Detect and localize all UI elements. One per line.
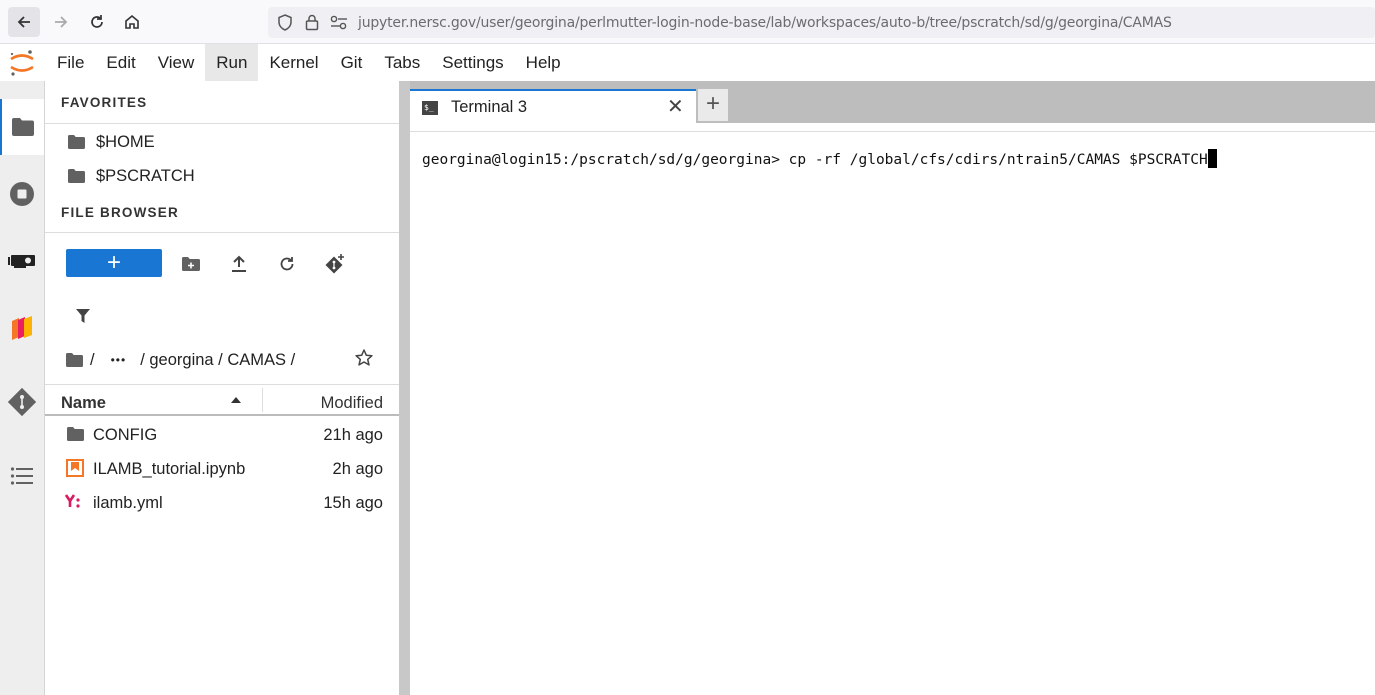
menu-items: File Edit View Run Kernel Git Tabs Setti… (46, 44, 572, 81)
folder-icon (68, 135, 85, 149)
browser-toolbar: jupyter.nersc.gov/user/georgina/perlmutt… (0, 0, 1375, 44)
file-browser-panel: FAVORITES $HOME $PSCRATCH FILE BROWSER +… (45, 81, 399, 695)
favorite-pscratch[interactable]: $PSCRATCH (67, 164, 195, 188)
file-modified: 21h ago (323, 426, 383, 444)
tab-label: Terminal 3 (451, 98, 528, 116)
folder-icon (68, 169, 85, 183)
folder-icon (12, 118, 34, 136)
file-row[interactable]: ILAMB_tutorial.ipynb 2h ago (45, 452, 399, 486)
refresh-button[interactable] (276, 253, 298, 275)
column-modified[interactable]: Modified (321, 394, 383, 413)
stop-circle-icon (10, 182, 34, 206)
reload-button[interactable] (81, 7, 113, 37)
lock-icon (305, 14, 319, 31)
favorite-label: $PSCRATCH (96, 166, 195, 185)
divider (45, 123, 399, 124)
main-area: $_ Terminal 3 ✕ + georgina@login15:/pscr… (410, 81, 1375, 695)
file-browser-title: FILE BROWSER (61, 205, 179, 220)
favorite-label: $HOME (96, 132, 155, 151)
menu-view[interactable]: View (147, 44, 206, 81)
file-browser-tab[interactable] (0, 99, 44, 155)
url-bar[interactable]: jupyter.nersc.gov/user/georgina/perlmutt… (268, 7, 1375, 38)
close-icon[interactable]: ✕ (667, 97, 684, 117)
books-icon (12, 316, 32, 340)
menu-edit[interactable]: Edit (95, 44, 146, 81)
new-folder-icon (182, 257, 200, 271)
file-row[interactable]: CONFIG 21h ago (45, 418, 399, 452)
git-icon (8, 388, 36, 416)
folder-icon (65, 424, 85, 444)
shield-icon (278, 14, 292, 31)
menu-tabs[interactable]: Tabs (373, 44, 431, 81)
favorites-title: FAVORITES (61, 95, 148, 110)
file-modified: 2h ago (332, 460, 383, 478)
menu-file[interactable]: File (46, 44, 95, 81)
yaml-icon (65, 492, 85, 512)
menu-git[interactable]: Git (330, 44, 374, 81)
star-icon (355, 349, 373, 366)
git-tab[interactable] (0, 382, 44, 422)
permissions-icon (330, 15, 347, 30)
git-clone-icon (325, 254, 344, 274)
breadcrumb-ellipsis[interactable]: ••• (111, 353, 127, 367)
refresh-icon (280, 257, 294, 271)
menu-run[interactable]: Run (205, 44, 259, 81)
file-name: ilamb.yml (93, 494, 163, 512)
sort-ascending-icon[interactable] (230, 395, 242, 405)
terminal-icon: $_ (422, 101, 438, 115)
column-separator[interactable] (262, 388, 263, 412)
terminal-text: georgina@login15:/pscratch/sd/g/georgina… (422, 152, 1208, 168)
terminal-area[interactable]: georgina@login15:/pscratch/sd/g/georgina… (410, 132, 1375, 695)
forward-button[interactable] (45, 7, 77, 37)
add-tab-button[interactable]: + (698, 89, 728, 121)
activity-bar (0, 81, 45, 695)
file-name: ILAMB_tutorial.ipynb (93, 460, 246, 478)
upload-button[interactable] (228, 253, 250, 275)
breadcrumb-path[interactable]: / georgina / CAMAS / (140, 351, 295, 370)
divider (45, 232, 399, 233)
new-launcher-button[interactable]: + (66, 249, 162, 277)
table-of-contents-tab[interactable] (0, 456, 44, 496)
file-modified: 15h ago (323, 494, 383, 512)
arrow-left-icon (17, 16, 30, 28)
menu-settings[interactable]: Settings (431, 44, 514, 81)
url-text: jupyter.nersc.gov/user/georgina/perlmutt… (358, 14, 1172, 31)
breadcrumb-root[interactable]: / (90, 351, 95, 370)
upload-icon (232, 255, 246, 272)
menu-help[interactable]: Help (515, 44, 572, 81)
notebook-icon (65, 458, 85, 478)
tab-terminal-3[interactable]: $_ Terminal 3 ✕ (410, 89, 696, 123)
terminal-prompt-line: georgina@login15:/pscratch/sd/g/georgina… (422, 149, 1217, 168)
file-name: CONFIG (93, 426, 158, 444)
favorite-home[interactable]: $HOME (67, 130, 155, 154)
filter-button[interactable] (75, 308, 91, 329)
back-button[interactable] (8, 7, 40, 37)
reload-icon (91, 15, 103, 28)
list-icon (10, 467, 33, 485)
file-list-header: Name Modified (45, 385, 399, 416)
column-name[interactable]: Name (61, 394, 106, 413)
extension-books-tab[interactable] (0, 308, 44, 348)
home-button[interactable] (116, 7, 148, 37)
folder-icon[interactable] (65, 352, 84, 368)
git-clone-button[interactable] (324, 253, 346, 275)
gpu-icon (8, 255, 35, 268)
favorite-star-button[interactable] (354, 348, 374, 373)
file-row[interactable]: ilamb.yml 15h ago (45, 486, 399, 520)
running-sessions-tab[interactable] (0, 174, 44, 214)
panel-splitter[interactable] (399, 81, 410, 695)
new-folder-button[interactable] (180, 253, 202, 275)
home-icon (125, 14, 139, 29)
filter-icon (76, 309, 90, 323)
menubar: File Edit View Run Kernel Git Tabs Setti… (0, 44, 1375, 81)
menu-kernel[interactable]: Kernel (258, 44, 329, 81)
gpu-dashboard-tab[interactable] (0, 241, 44, 281)
jupyter-logo-icon (8, 48, 36, 78)
tab-bar: $_ Terminal 3 ✕ + (410, 81, 1375, 123)
arrow-right-icon (55, 16, 68, 28)
breadcrumb: / ••• / georgina / CAMAS / (65, 349, 295, 371)
terminal-cursor (1207, 149, 1217, 168)
